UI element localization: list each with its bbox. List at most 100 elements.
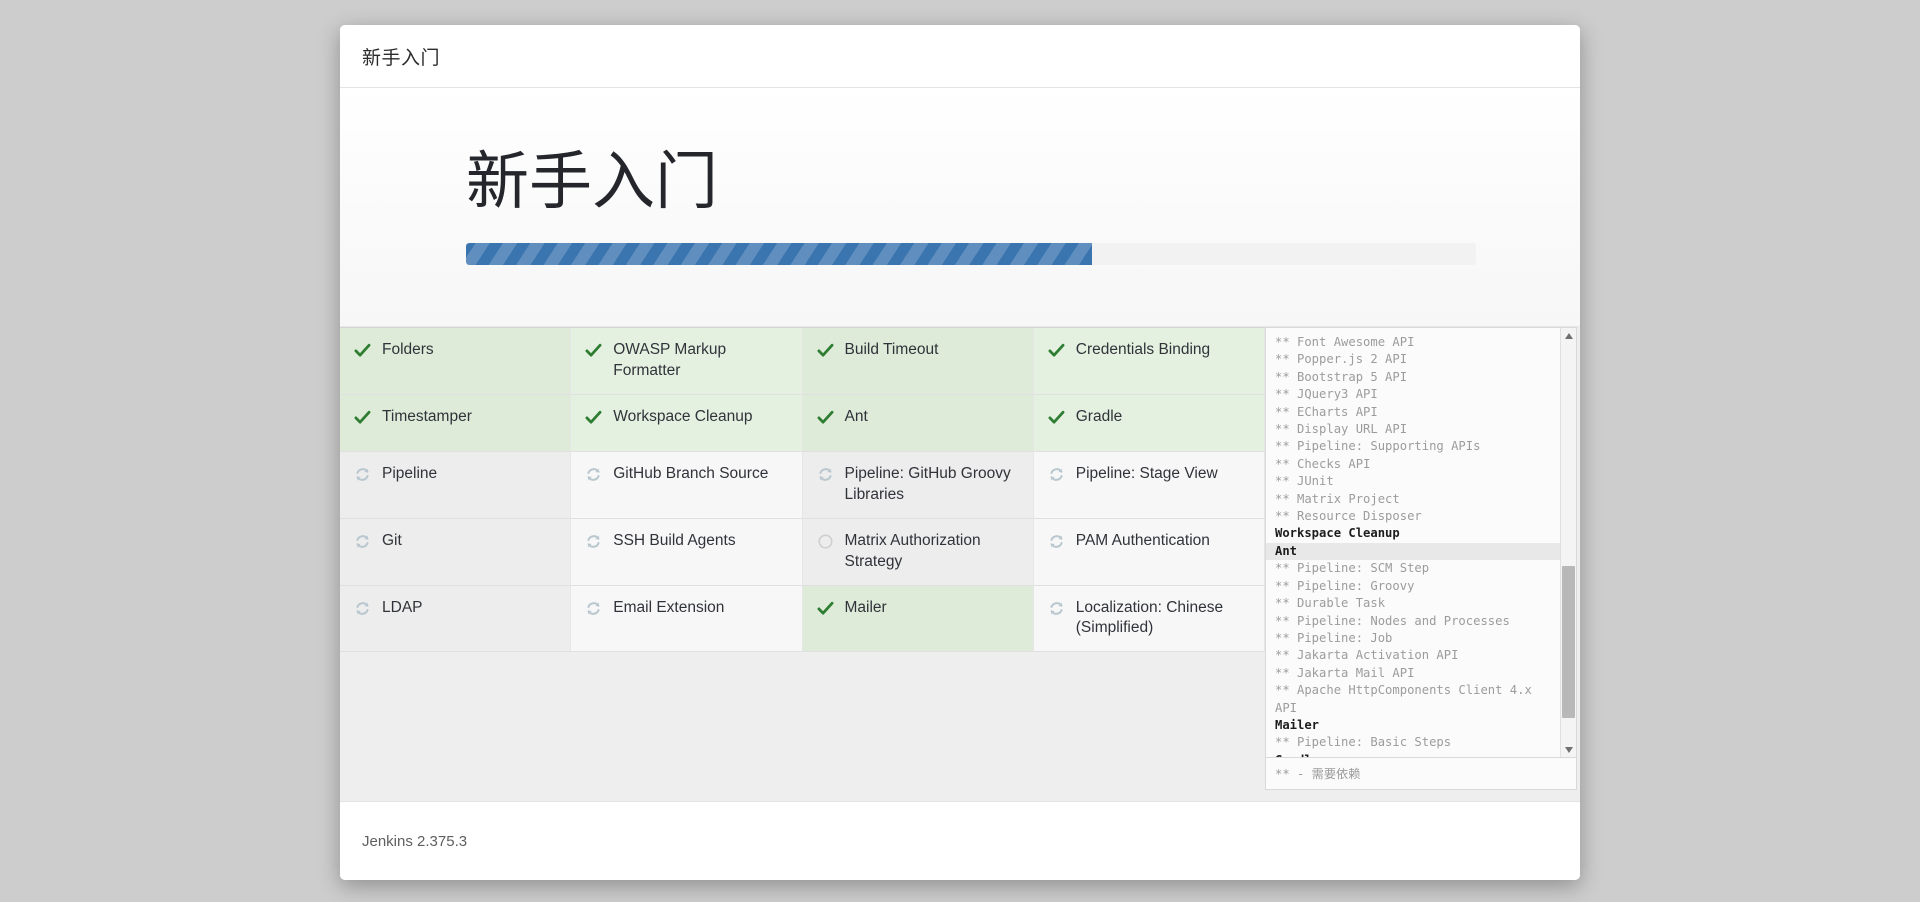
circle-icon: [817, 533, 834, 551]
dialog-footer: Jenkins 2.375.3: [340, 801, 1580, 880]
plugin-name-label: PAM Authentication: [1075, 531, 1210, 549]
log-line: ** Pipeline: Nodes and Processes: [1275, 613, 1510, 628]
page-title: 新手入门: [466, 146, 718, 217]
plugin-name-label: LDAP: [382, 598, 423, 616]
plugin-cell: Timestamper: [340, 394, 572, 452]
log-line: ** Matrix Project: [1275, 491, 1400, 506]
plugin-name-label: Folders: [382, 341, 434, 358]
check-icon: [585, 342, 602, 360]
refresh-icon: [1048, 533, 1065, 551]
log-scroll-area: ** Font Awesome API ** Popper.js 2 API ** …: [1266, 328, 1576, 757]
plugin-cell: Ant: [802, 394, 1034, 452]
plugin-name-label: Pipeline: Stage View: [1075, 464, 1218, 482]
plugin-cell: OWASP Markup Formatter: [571, 328, 803, 395]
setup-wizard-dialog: 新手入门 新手入门 Folders OWASP Markup Formatter B…: [340, 25, 1580, 880]
log-line: ** Pipeline: Supporting APIs: [1275, 439, 1481, 454]
plugin-name-label: Gradle: [1075, 407, 1123, 425]
plugin-name-label: Workspace Cleanup: [613, 407, 753, 425]
log-line: ** Checks API: [1275, 456, 1371, 471]
check-icon: [1048, 342, 1065, 360]
plugin-cell: Workspace Cleanup: [571, 394, 803, 452]
log-line: ** Display URL API: [1275, 422, 1408, 437]
refresh-icon: [817, 466, 834, 484]
plugin-cell: Email Extension: [571, 585, 803, 653]
refresh-icon: [585, 466, 602, 484]
plugin-cell: Localization: Chinese (Simplified): [1033, 585, 1265, 653]
log-line: ** JUnit: [1275, 474, 1334, 489]
log-line-list: ** Font Awesome API ** Popper.js 2 API ** …: [1266, 328, 1560, 757]
plugin-name-label: Email Extension: [613, 598, 725, 616]
log-line: ** Pipeline: Basic Steps: [1275, 735, 1452, 750]
install-log-panel: ** Font Awesome API ** Popper.js 2 API ** …: [1265, 327, 1577, 790]
plugin-cell: Pipeline: GitHub Groovy Libraries: [802, 451, 1034, 519]
log-line: ** Durable Task: [1275, 596, 1386, 611]
chevron-down-icon: [1564, 746, 1573, 753]
log-line: ** ECharts API: [1275, 404, 1378, 419]
scroll-up-button[interactable]: [1561, 328, 1576, 343]
log-line: ** Apache HttpComponents Client 4.x API: [1275, 683, 1532, 715]
plugin-name-label: Localization: Chinese (Simplified): [1075, 598, 1224, 637]
check-icon: [354, 409, 371, 427]
log-footnote: ** - 需要依赖: [1266, 757, 1576, 789]
plugin-cell: SSH Build Agents: [571, 518, 803, 586]
log-line: ** Font Awesome API: [1275, 335, 1415, 349]
log-line: ** Jakarta Mail API: [1275, 665, 1415, 680]
install-body: Folders OWASP Markup Formatter Build Timeo…: [340, 327, 1580, 801]
log-line: ** JQuery3 API: [1275, 387, 1378, 402]
plugin-cell: LDAP: [340, 585, 572, 653]
jenkins-version-label: Jenkins 2.375.3: [362, 832, 468, 850]
check-icon: [585, 409, 602, 427]
plugin-cell: Credentials Binding: [1033, 328, 1265, 395]
plugin-cell: Matrix Authorization Strategy: [802, 518, 1034, 586]
refresh-icon: [585, 533, 602, 551]
plugin-name-label: OWASP Markup Formatter: [613, 341, 727, 379]
scrollbar-track[interactable]: [1561, 343, 1576, 742]
refresh-icon: [1048, 600, 1065, 618]
plugin-cell: PAM Authentication: [1033, 518, 1265, 586]
check-icon: [817, 409, 834, 427]
log-line: Mailer: [1275, 717, 1320, 732]
dialog-header-title: 新手入门: [362, 47, 441, 69]
plugin-name-label: Ant: [844, 407, 868, 425]
log-line: ** Pipeline: SCM Step: [1275, 561, 1430, 576]
plugin-grid: Folders OWASP Markup Formatter Build Timeo…: [340, 327, 1265, 653]
refresh-icon: [354, 533, 371, 551]
install-progress-bar: [466, 243, 1476, 266]
log-line: ** Pipeline: Job: [1275, 630, 1393, 645]
plugin-cell: Git: [340, 518, 572, 586]
plugin-name-label: Matrix Authorization Strategy: [844, 531, 981, 570]
hero-section: 新手入门: [340, 88, 1580, 327]
check-icon: [817, 600, 834, 618]
plugin-name-label: Mailer: [844, 598, 887, 616]
plugin-cell: Folders: [340, 328, 572, 395]
log-line: Workspace Cleanup: [1275, 526, 1400, 541]
plugin-cell: GitHub Branch Source: [571, 451, 803, 519]
plugin-grid-container: Folders OWASP Markup Formatter Build Timeo…: [340, 327, 1265, 801]
check-icon: [354, 342, 371, 360]
plugin-name-label: Credentials Binding: [1075, 341, 1211, 358]
plugin-name-label: SSH Build Agents: [613, 531, 736, 549]
chevron-up-icon: [1564, 332, 1573, 339]
plugin-cell: Pipeline: [340, 451, 572, 519]
plugin-cell: Mailer: [802, 585, 1034, 653]
check-icon: [1048, 409, 1065, 427]
plugin-cell: Gradle: [1033, 394, 1265, 452]
plugin-name-label: Pipeline: GitHub Groovy Libraries: [844, 464, 1011, 503]
log-line: ** Resource Disposer: [1275, 509, 1422, 524]
log-line: ** Pipeline: Groovy: [1275, 578, 1415, 593]
log-line: ** Jakarta Activation API: [1275, 648, 1459, 663]
plugin-cell: Build Timeout: [802, 328, 1034, 395]
scroll-down-button[interactable]: [1561, 742, 1576, 757]
plugin-name-label: Git: [382, 531, 402, 549]
refresh-icon: [354, 466, 371, 484]
plugin-name-label: Pipeline: [382, 464, 438, 482]
plugin-name-label: GitHub Branch Source: [613, 464, 769, 482]
log-scrollbar[interactable]: [1560, 328, 1576, 757]
plugin-cell: Pipeline: Stage View: [1033, 451, 1265, 519]
refresh-icon: [585, 600, 602, 618]
refresh-icon: [1048, 466, 1065, 484]
refresh-icon: [354, 600, 371, 618]
check-icon: [817, 342, 834, 360]
dialog-header: 新手入门: [340, 25, 1580, 88]
scrollbar-thumb[interactable]: [1562, 566, 1575, 719]
